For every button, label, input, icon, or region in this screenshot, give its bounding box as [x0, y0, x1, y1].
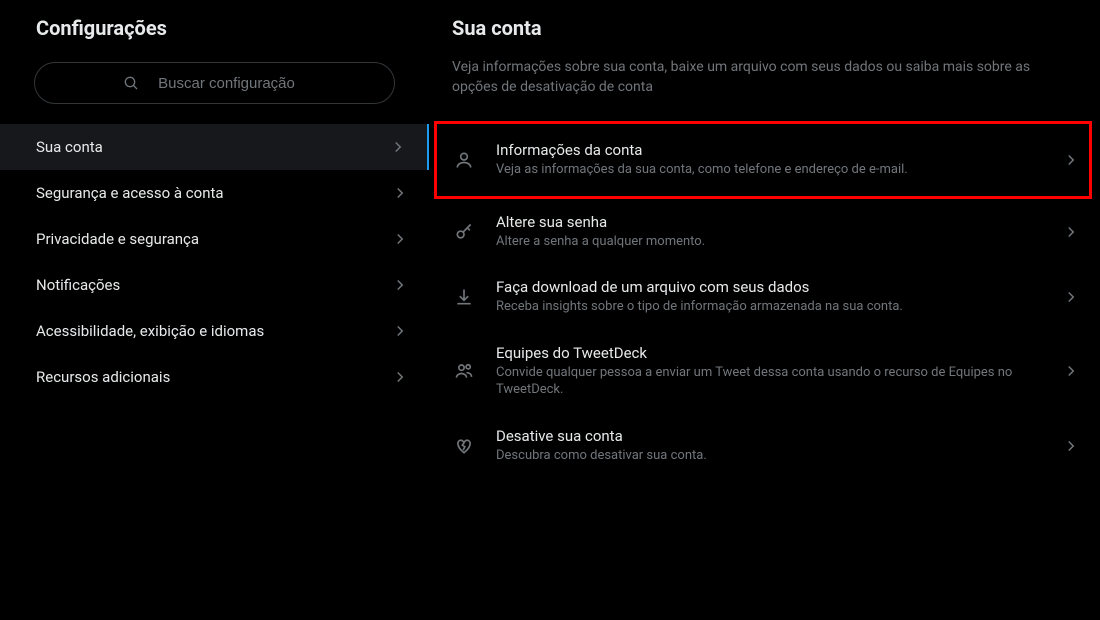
chevron-right-icon [1062, 362, 1080, 380]
main-title: Sua conta [430, 12, 1100, 58]
search-wrap [0, 56, 429, 124]
chevron-right-icon [1062, 151, 1080, 169]
option-title: Altere sua senha [496, 213, 1042, 231]
option-subtitle: Receba insights sobre o tipo de informaç… [496, 298, 1042, 316]
option-tweetdeck-teams[interactable]: Equipes do TweetDeck Convide qualquer pe… [430, 330, 1100, 413]
option-title: Faça download de um arquivo com seus dad… [496, 278, 1042, 296]
option-title: Informações da conta [496, 141, 1042, 159]
search-field[interactable] [34, 62, 395, 104]
chevron-right-icon [1062, 288, 1080, 306]
nav-item-label: Recursos adicionais [36, 368, 170, 386]
nav-item-label: Privacidade e segurança [36, 230, 199, 248]
option-title: Desative sua conta [496, 427, 1042, 445]
sidebar-title: Configurações [0, 12, 429, 56]
nav-item-privacy-security[interactable]: Privacidade e segurança [0, 216, 429, 262]
option-subtitle: Convide qualquer pessoa a enviar um Twee… [496, 364, 1042, 399]
nav-item-additional-resources[interactable]: Recursos adicionais [0, 354, 429, 400]
chevron-right-icon [1062, 437, 1080, 455]
option-body: Altere sua senha Altere a senha a qualqu… [496, 213, 1042, 251]
nav-item-notifications[interactable]: Notificações [0, 262, 429, 308]
option-download-data[interactable]: Faça download de um arquivo com seus dad… [430, 264, 1100, 330]
nav-item-label: Sua conta [36, 138, 103, 156]
option-body: Informações da conta Veja as informações… [496, 141, 1042, 179]
key-icon [452, 222, 476, 242]
chevron-right-icon [391, 184, 409, 202]
nav-item-label: Acessibilidade, exibição e idiomas [36, 322, 264, 340]
chevron-right-icon [391, 276, 409, 294]
download-icon [452, 287, 476, 307]
people-icon [452, 361, 476, 381]
option-body: Desative sua conta Descubra como desativ… [496, 427, 1042, 465]
nav-item-accessibility-display[interactable]: Acessibilidade, exibição e idiomas [0, 308, 429, 354]
main-description: Veja informações sobre sua conta, baixe … [430, 58, 1100, 121]
option-deactivate-account[interactable]: Desative sua conta Descubra como desativ… [430, 413, 1100, 479]
option-change-password[interactable]: Altere sua senha Altere a senha a qualqu… [430, 199, 1100, 265]
search-icon [123, 75, 139, 91]
user-icon [452, 150, 476, 170]
chevron-right-icon [391, 368, 409, 386]
main-panel: Sua conta Veja informações sobre sua con… [430, 0, 1100, 620]
option-account-info[interactable]: Informações da conta Veja as informações… [430, 121, 1100, 199]
option-body: Faça download de um arquivo com seus dad… [496, 278, 1042, 316]
option-subtitle: Descubra como desativar sua conta. [496, 447, 1042, 465]
chevron-right-icon [389, 138, 407, 156]
option-subtitle: Altere a senha a qualquer momento. [496, 233, 1042, 251]
search-input[interactable] [147, 75, 307, 92]
nav-item-label: Notificações [36, 276, 120, 294]
option-title: Equipes do TweetDeck [496, 344, 1042, 362]
settings-sidebar: Configurações Sua conta Segurança e aces… [0, 0, 430, 620]
chevron-right-icon [391, 322, 409, 340]
nav-item-security-access[interactable]: Segurança e acesso à conta [0, 170, 429, 216]
option-body: Equipes do TweetDeck Convide qualquer pe… [496, 344, 1042, 399]
option-subtitle: Veja as informações da sua conta, como t… [496, 161, 1042, 179]
heart-broken-icon [452, 436, 476, 456]
chevron-right-icon [1062, 223, 1080, 241]
nav-item-label: Segurança e acesso à conta [36, 184, 224, 202]
nav-item-your-account[interactable]: Sua conta [0, 124, 429, 170]
chevron-right-icon [391, 230, 409, 248]
